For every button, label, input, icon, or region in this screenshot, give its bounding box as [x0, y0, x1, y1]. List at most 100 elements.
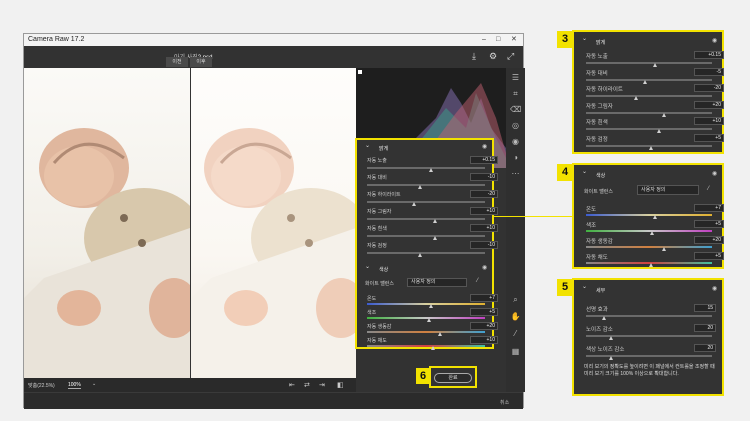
slider-value-field[interactable]: +7: [694, 204, 724, 212]
compare-icon[interactable]: ⇤: [289, 381, 295, 389]
slider-thumb[interactable]: [602, 316, 607, 320]
slider-thumb[interactable]: [432, 219, 437, 223]
slider-value-field[interactable]: +5: [694, 220, 724, 228]
hand-icon[interactable]: ✋: [510, 311, 521, 322]
slider-value-field[interactable]: +0.15: [470, 156, 498, 164]
slider-thumb[interactable]: [656, 129, 661, 133]
mask-icon[interactable]: ◎: [510, 120, 521, 131]
eye-icon[interactable]: ◉: [712, 285, 717, 292]
slider-thumb[interactable]: [417, 185, 422, 189]
slider-value-field[interactable]: -5: [694, 67, 724, 76]
presets-icon[interactable]: ◑: [510, 152, 521, 163]
slider-thumb[interactable]: [608, 336, 613, 340]
zoom-fit-label[interactable]: 맞춤(22.5%): [28, 382, 55, 389]
chevron-down-icon[interactable]: ⌄: [365, 142, 370, 149]
slider-track[interactable]: [367, 167, 485, 169]
eye-icon[interactable]: ◉: [712, 37, 717, 44]
slider-track[interactable]: [367, 218, 485, 220]
slider-thumb[interactable]: [437, 332, 442, 336]
slider-value-field[interactable]: +0.15: [694, 51, 724, 59]
slider-track[interactable]: [586, 62, 712, 64]
minimize-icon[interactable]: –: [482, 34, 486, 46]
crop-icon[interactable]: ⌗: [510, 88, 521, 99]
slider-value-field[interactable]: 20: [694, 344, 716, 352]
edit-icon[interactable]: ☰: [510, 72, 521, 83]
slider-track[interactable]: [367, 345, 485, 347]
eyedropper-icon[interactable]: ⁄: [477, 278, 478, 284]
slider-thumb[interactable]: [661, 247, 666, 251]
slider-thumb[interactable]: [411, 202, 416, 206]
slider-value-field[interactable]: +10: [694, 117, 724, 125]
eye-icon[interactable]: ◉: [712, 170, 717, 177]
cancel-button[interactable]: 취소: [500, 399, 509, 406]
slider-track[interactable]: [367, 201, 485, 203]
slider-value-field[interactable]: -20: [694, 84, 724, 92]
maximize-icon[interactable]: □: [496, 34, 500, 46]
chevron-down-icon[interactable]: ⌄: [582, 35, 587, 42]
slider-value-field[interactable]: -20: [470, 190, 498, 198]
slider-thumb[interactable]: [430, 346, 435, 350]
slider-track[interactable]: [586, 128, 712, 130]
zoom-100-button[interactable]: 100%: [68, 382, 81, 389]
slider-thumb[interactable]: [429, 304, 434, 308]
eyedropper-icon[interactable]: ⁄: [708, 186, 709, 192]
before-button[interactable]: 이전: [166, 57, 188, 67]
slider-value-field[interactable]: +20: [694, 236, 724, 244]
slider-thumb[interactable]: [650, 231, 655, 235]
slider-value-field[interactable]: +20: [694, 100, 724, 109]
slider-thumb[interactable]: [417, 253, 422, 257]
slider-thumb[interactable]: [661, 112, 666, 117]
slider-value-field[interactable]: +5: [694, 252, 724, 260]
eye-icon[interactable]: ◉: [482, 143, 487, 150]
slider-track[interactable]: [586, 246, 712, 248]
slider-track[interactable]: [586, 111, 712, 114]
slider-value-field[interactable]: -10: [470, 173, 498, 181]
slider-value-field[interactable]: 20: [694, 324, 716, 332]
slider-thumb[interactable]: [432, 236, 437, 240]
slider-value-field[interactable]: +10: [470, 336, 498, 344]
slider-thumb[interactable]: [633, 96, 638, 100]
slider-track[interactable]: [586, 78, 712, 81]
more-icon[interactable]: ⋯: [510, 168, 521, 179]
done-button[interactable]: 완료: [434, 373, 472, 383]
slider-thumb[interactable]: [608, 356, 613, 360]
slider-track[interactable]: [367, 331, 485, 333]
slider-thumb[interactable]: [427, 318, 432, 322]
wb-zoom-select[interactable]: 사용자 정의: [637, 185, 699, 195]
zoom-icon[interactable]: ⌕: [510, 294, 521, 305]
slider-value-field[interactable]: +5: [470, 308, 498, 316]
chevron-down-icon[interactable]: ⌄: [582, 283, 587, 290]
grid-icon[interactable]: ▦: [510, 346, 521, 357]
view-mode-icon[interactable]: ◧: [337, 381, 344, 389]
slider-thumb[interactable]: [429, 168, 434, 172]
slider-thumb[interactable]: [649, 263, 654, 267]
slider-thumb[interactable]: [652, 215, 657, 219]
fullscreen-icon[interactable]: ⤢: [507, 51, 514, 62]
copy-settings-icon[interactable]: ⇥: [319, 381, 325, 389]
swap-icon[interactable]: ⇄: [304, 381, 310, 389]
slider-thumb[interactable]: [652, 63, 657, 67]
slider-track[interactable]: [586, 214, 712, 216]
chevron-down-icon[interactable]: ⌄: [582, 168, 587, 175]
eraser-icon[interactable]: ⌫: [510, 104, 521, 115]
slider-thumb[interactable]: [649, 145, 654, 150]
slider-track[interactable]: [586, 230, 712, 232]
slider-value-field[interactable]: -10: [470, 241, 498, 249]
sampler-icon[interactable]: ⁄: [510, 328, 521, 339]
slider-track[interactable]: [586, 355, 712, 357]
slider-track[interactable]: [367, 303, 485, 305]
slider-value-field[interactable]: +10: [470, 207, 498, 215]
slider-thumb[interactable]: [642, 79, 647, 84]
zoom-dropdown-icon[interactable]: ⌄: [92, 381, 96, 387]
slider-value-field[interactable]: +20: [470, 322, 498, 330]
slider-track[interactable]: [367, 184, 485, 186]
slider-value-field[interactable]: +7: [470, 294, 498, 302]
close-icon[interactable]: ✕: [511, 34, 517, 46]
slider-track[interactable]: [586, 95, 712, 97]
redeye-icon[interactable]: ◉: [510, 136, 521, 147]
slider-track[interactable]: [586, 335, 712, 337]
chevron-down-icon[interactable]: ⌄: [365, 263, 370, 270]
gear-icon[interactable]: ⚙: [489, 51, 497, 62]
slider-value-field[interactable]: +5: [694, 133, 724, 142]
after-button[interactable]: 이후: [190, 57, 212, 67]
